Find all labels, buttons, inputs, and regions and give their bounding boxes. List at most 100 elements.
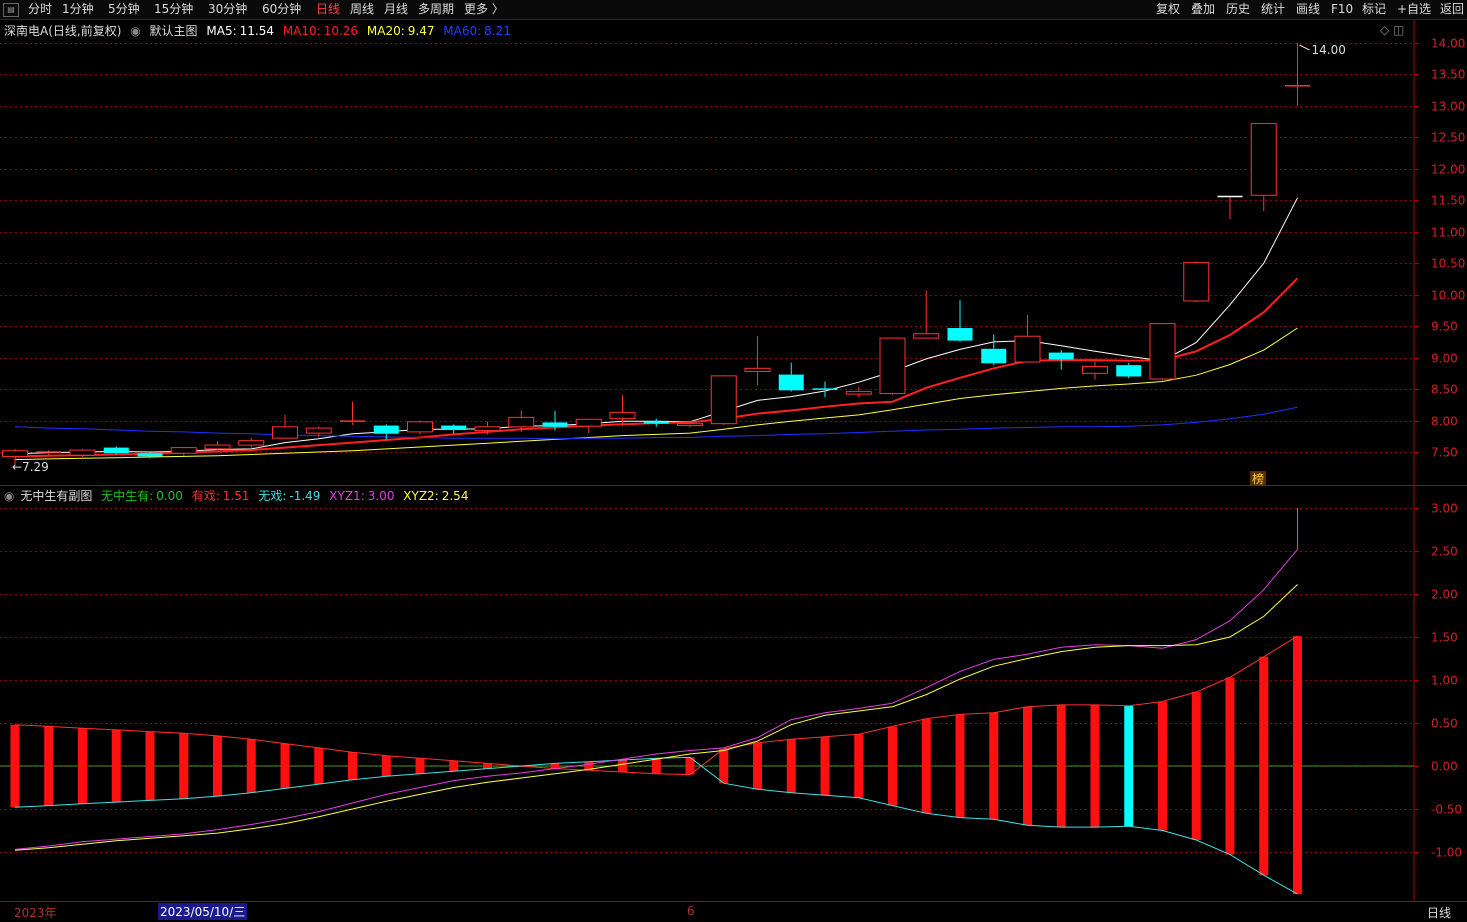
- kline-chart[interactable]: 7.50 8.00 8.50 9.00 9.50 10.00 10.50 11.00 11.50…: [0, 20, 1467, 486]
- low-price-label: ←7.29: [12, 460, 49, 474]
- tool-button-4[interactable]: 画线: [1296, 2, 1320, 17]
- month-label: 6: [687, 904, 695, 918]
- candle-body-22: [744, 367, 771, 372]
- indicator-bar-28: [955, 714, 965, 818]
- indicator-bar-22: [753, 742, 762, 790]
- indicator-bar-23: [786, 739, 796, 793]
- candle-body-20: [677, 423, 703, 427]
- price-tick-label-6: 10.50: [1431, 257, 1465, 271]
- candle-body-3: [103, 447, 129, 454]
- candle-body-23: [778, 374, 804, 391]
- price-tick-label-1: 8.00: [1431, 415, 1458, 429]
- candle-body-17: [575, 418, 602, 427]
- indicator-chart[interactable]: -1.00 -0.50 0.00 0.50 1.00 1.50 2.00 2.50 3.00: [0, 486, 1467, 901]
- high-price-label: 14.00: [1312, 43, 1346, 57]
- indicator-bar-9: [314, 747, 324, 785]
- price-tick-label-2: 8.50: [1431, 383, 1458, 397]
- candle-body-30: [1014, 335, 1041, 363]
- candle-body-29: [981, 348, 1007, 364]
- year-label: 2023年: [14, 906, 57, 920]
- candle-body-2: [69, 449, 96, 456]
- tool-button-0[interactable]: 复权: [1156, 2, 1180, 17]
- indicator-bar-33: [1124, 705, 1134, 827]
- price-tick-label-0: 7.50: [1431, 446, 1458, 460]
- candle-body-16: [542, 422, 568, 427]
- candle-body-14: [474, 426, 501, 432]
- period-tab-3[interactable]: 15分钟: [154, 2, 193, 17]
- indicator-tick-label-7: 2.50: [1431, 545, 1458, 559]
- app-menu-icon[interactable]: ▤: [3, 3, 19, 17]
- period-tab-7[interactable]: 周线: [350, 2, 374, 17]
- price-tick-label-11: 13.00: [1431, 100, 1465, 114]
- indicator-bar-30: [1023, 706, 1032, 826]
- price-tick-label-5: 10.00: [1431, 289, 1465, 303]
- indicator-bar-13: [449, 760, 459, 772]
- candle-body-18: [609, 411, 636, 420]
- tool-button-6[interactable]: 标记: [1362, 2, 1386, 17]
- high-pointer-arrow: [1299, 44, 1310, 51]
- time-axis-bar: 2023年 2023/05/10/三 6 日线: [0, 901, 1467, 922]
- candle-body-8: [272, 426, 298, 439]
- candle-body-7: [238, 440, 265, 446]
- period-tab-10[interactable]: 更多 〉: [464, 2, 504, 17]
- candle-body-4: [137, 453, 163, 457]
- candle-body-37: [1250, 123, 1277, 196]
- indicator-bar-27: [921, 718, 931, 814]
- candle-body-34: [1149, 323, 1176, 380]
- indicator-bar-35: [1191, 692, 1201, 840]
- indicator-bar-4: [145, 731, 155, 801]
- indicator-tick-label-8: 3.00: [1431, 502, 1458, 516]
- price-tick-label-4: 9.50: [1431, 320, 1458, 334]
- period-tab-8[interactable]: 月线: [384, 2, 408, 17]
- cursor-date-label: 2023/05/10/三: [158, 903, 248, 920]
- indicator-bar-29: [989, 712, 999, 820]
- indicator-bar-36: [1225, 677, 1235, 855]
- tool-button-5[interactable]: F10: [1331, 2, 1353, 17]
- tool-button-8[interactable]: 返回: [1440, 2, 1464, 17]
- candle-body-13: [441, 425, 467, 430]
- indicator-tick-label-3: 0.50: [1431, 717, 1458, 731]
- ma-line-ma5: [14, 197, 1298, 455]
- tool-button-7[interactable]: +自选: [1397, 2, 1431, 17]
- period-tab-4[interactable]: 30分钟: [208, 2, 247, 17]
- indicator-bar-19: [651, 758, 661, 774]
- period-label[interactable]: 日线: [1427, 904, 1451, 921]
- period-tab-1[interactable]: 1分钟: [62, 2, 94, 17]
- price-tick-label-3: 9.00: [1431, 352, 1458, 366]
- indicator-bar-1: [44, 726, 54, 806]
- ma-line-ma20: [14, 327, 1298, 461]
- period-toolbar: ▤ 分时 1分钟 5分钟 15分钟 30分钟 60分钟 日线 周线 月线 多周期 更多 〉 复权 叠加…: [0, 0, 1467, 20]
- candle-body-25: [845, 391, 872, 395]
- tool-button-1[interactable]: 叠加: [1191, 2, 1215, 17]
- candle-body-28: [947, 328, 973, 341]
- candle-body-19: [643, 421, 669, 424]
- candle-body-5: [170, 447, 197, 454]
- price-tick-label-12: 13.50: [1431, 68, 1465, 82]
- candle-body-27: [913, 333, 940, 339]
- period-tab-2[interactable]: 5分钟: [108, 2, 140, 17]
- candle-body-31: [1048, 352, 1074, 360]
- price-tick-label-9: 12.00: [1431, 163, 1465, 177]
- indicator-tick-label-2: 0.00: [1431, 760, 1458, 774]
- indicator-bar-14: [483, 763, 492, 769]
- period-tab-9[interactable]: 多周期: [418, 2, 454, 17]
- period-tab-0[interactable]: 分时: [28, 2, 52, 17]
- indicator-tick-label-1: -0.50: [1431, 803, 1462, 817]
- candle-body-21: [710, 375, 737, 425]
- indicator-tick-label-6: 2.00: [1431, 588, 1458, 602]
- period-tab-6[interactable]: 日线: [316, 2, 340, 17]
- indicator-bar-38: [1293, 636, 1302, 895]
- tool-button-2[interactable]: 历史: [1226, 2, 1250, 17]
- indicator-bar-6: [213, 735, 222, 797]
- period-tab-5[interactable]: 60分钟: [262, 2, 301, 17]
- indicator-bar-21: [719, 748, 729, 784]
- indicator-bar-18: [618, 759, 627, 773]
- indicator-bar-25: [854, 734, 864, 798]
- tool-button-3[interactable]: 统计: [1261, 2, 1285, 17]
- candle-body-35: [1183, 262, 1210, 302]
- indicator-bar-26: [888, 726, 897, 806]
- candle-body-32: [1082, 365, 1108, 374]
- indicator-bar-5: [179, 733, 189, 799]
- xyz2-line: [14, 584, 1298, 851]
- indicator-tick-label-4: 1.00: [1431, 674, 1458, 688]
